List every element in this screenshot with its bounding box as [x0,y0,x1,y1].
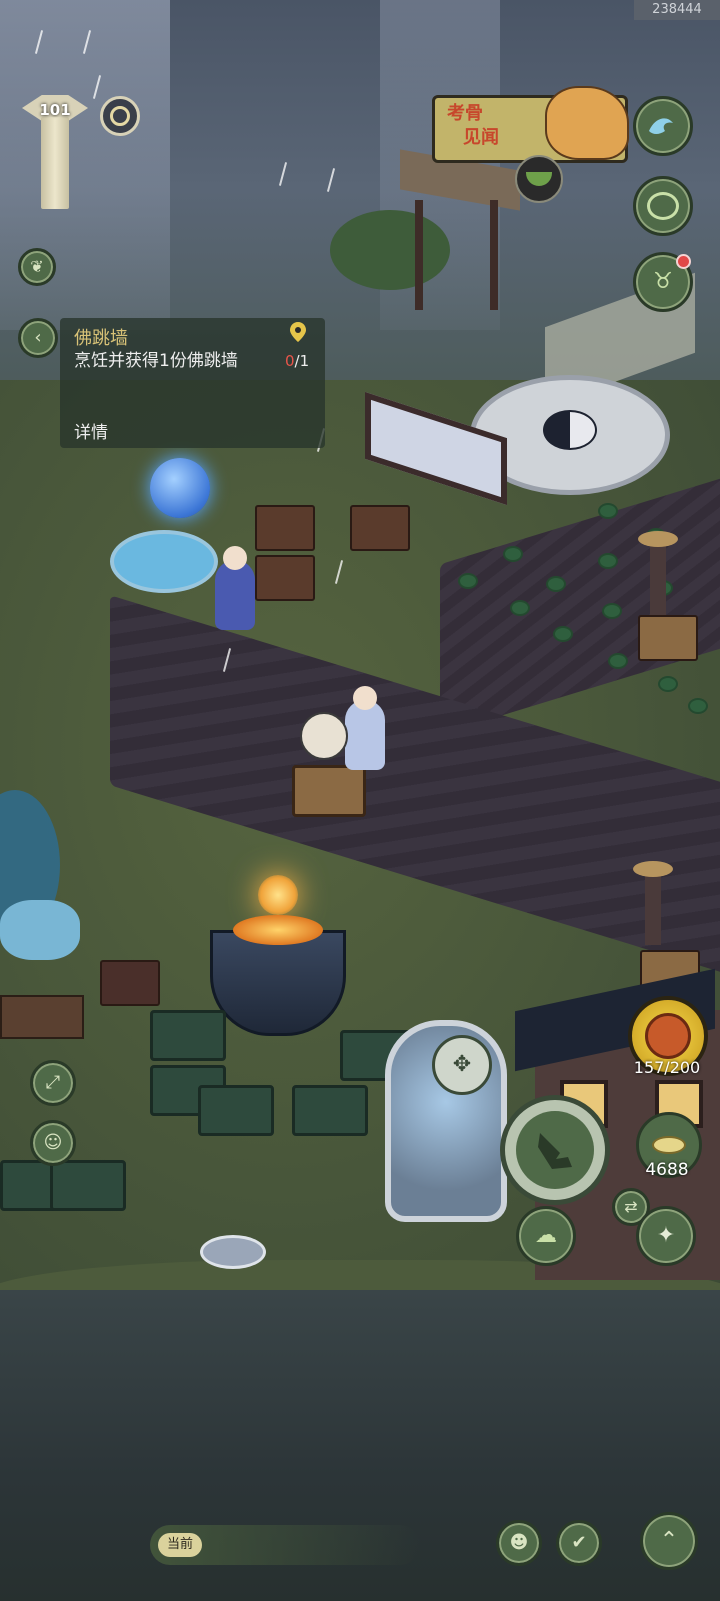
yin-yang-icon [543,410,597,450]
quest-detail-link[interactable]: 详情 [74,418,108,443]
crop [460,575,476,587]
spiral-icon[interactable] [100,96,140,136]
chat-channel-tag[interactable]: 当前 [158,1533,202,1557]
crop [548,578,564,590]
level-totem[interactable]: 101 [22,95,88,215]
pond [0,900,80,960]
lantern-light [258,875,298,915]
spirit-orb[interactable] [150,458,210,518]
expand-arrows-icon[interactable]: ⤢ [30,1060,76,1106]
server-id: 238444 [634,0,720,20]
chevron-up-icon[interactable]: ⌃ [640,1512,698,1570]
avatar-icon[interactable]: ☺ [30,1120,76,1166]
shuriken-icon[interactable]: ✦ [636,1206,696,1266]
mask-icon[interactable] [515,155,563,203]
fire-icon [233,915,323,945]
interact-button[interactable] [500,1095,610,1205]
compass-icon[interactable]: ✥ [432,1035,492,1095]
event-line-2: 见闻 [463,127,499,148]
scarecrow [633,861,673,945]
crop [555,628,571,640]
location-pin-icon [290,322,306,342]
monkey-face-icon [645,1013,691,1059]
storage-crate[interactable] [350,505,410,551]
crop [505,548,521,560]
crop [600,555,616,567]
scarecrow [638,531,678,615]
crop [512,602,528,614]
crop [660,678,676,690]
player-character[interactable] [345,686,385,770]
harvest-chest[interactable] [638,615,698,661]
triceratops-icon [545,86,629,160]
quest-description: 烹饪并获得1份佛跳墙 [74,351,238,371]
wooden-pavilion[interactable] [400,149,520,310]
crop [604,605,620,617]
farm-chest[interactable] [292,765,366,817]
notification-dot [676,254,691,269]
storage-crate[interactable] [255,555,315,601]
storage-chest[interactable] [50,1160,126,1211]
npc-character[interactable] [215,546,255,630]
storage-chest[interactable] [292,1085,368,1136]
coin-value: 4688 [645,1160,689,1180]
crop [600,505,616,517]
quest-tracker[interactable]: 佛跳墙 烹饪并获得1份佛跳墙 0/1 详情 [60,318,325,448]
work-table[interactable] [0,995,84,1039]
stamina-value: 157/200 [633,1058,701,1077]
quest-progress: 0/1 [285,352,310,370]
storage-chest[interactable] [150,1010,226,1061]
event-line-1: 考骨 [447,103,483,124]
quest-title: 佛跳墙 [74,328,128,349]
pouch-icon[interactable] [633,176,693,236]
scarecrow-bubble-icon[interactable] [300,712,348,760]
storage-crate[interactable] [255,505,315,551]
tap-hand-icon [516,1111,594,1189]
player-level: 101 [39,101,71,119]
wave-icon[interactable] [633,96,693,156]
chevron-left-icon[interactable]: ‹ [18,318,58,358]
storage-chest[interactable] [198,1085,274,1136]
crop [690,700,706,712]
cooking-cauldron[interactable] [210,915,346,1036]
spirit-pool[interactable] [110,530,218,593]
storage-crate[interactable] [100,960,160,1006]
cloud-icon[interactable]: ☁ [516,1206,576,1266]
leaf-icon[interactable]: ❦ [18,248,56,286]
crop [610,655,626,667]
check-icon[interactable]: ✔ [556,1520,602,1566]
event-banner[interactable]: 考骨见闻 [432,86,629,163]
teleport-circle[interactable] [200,1235,266,1269]
smile-icon[interactable]: ☻ [496,1520,542,1566]
